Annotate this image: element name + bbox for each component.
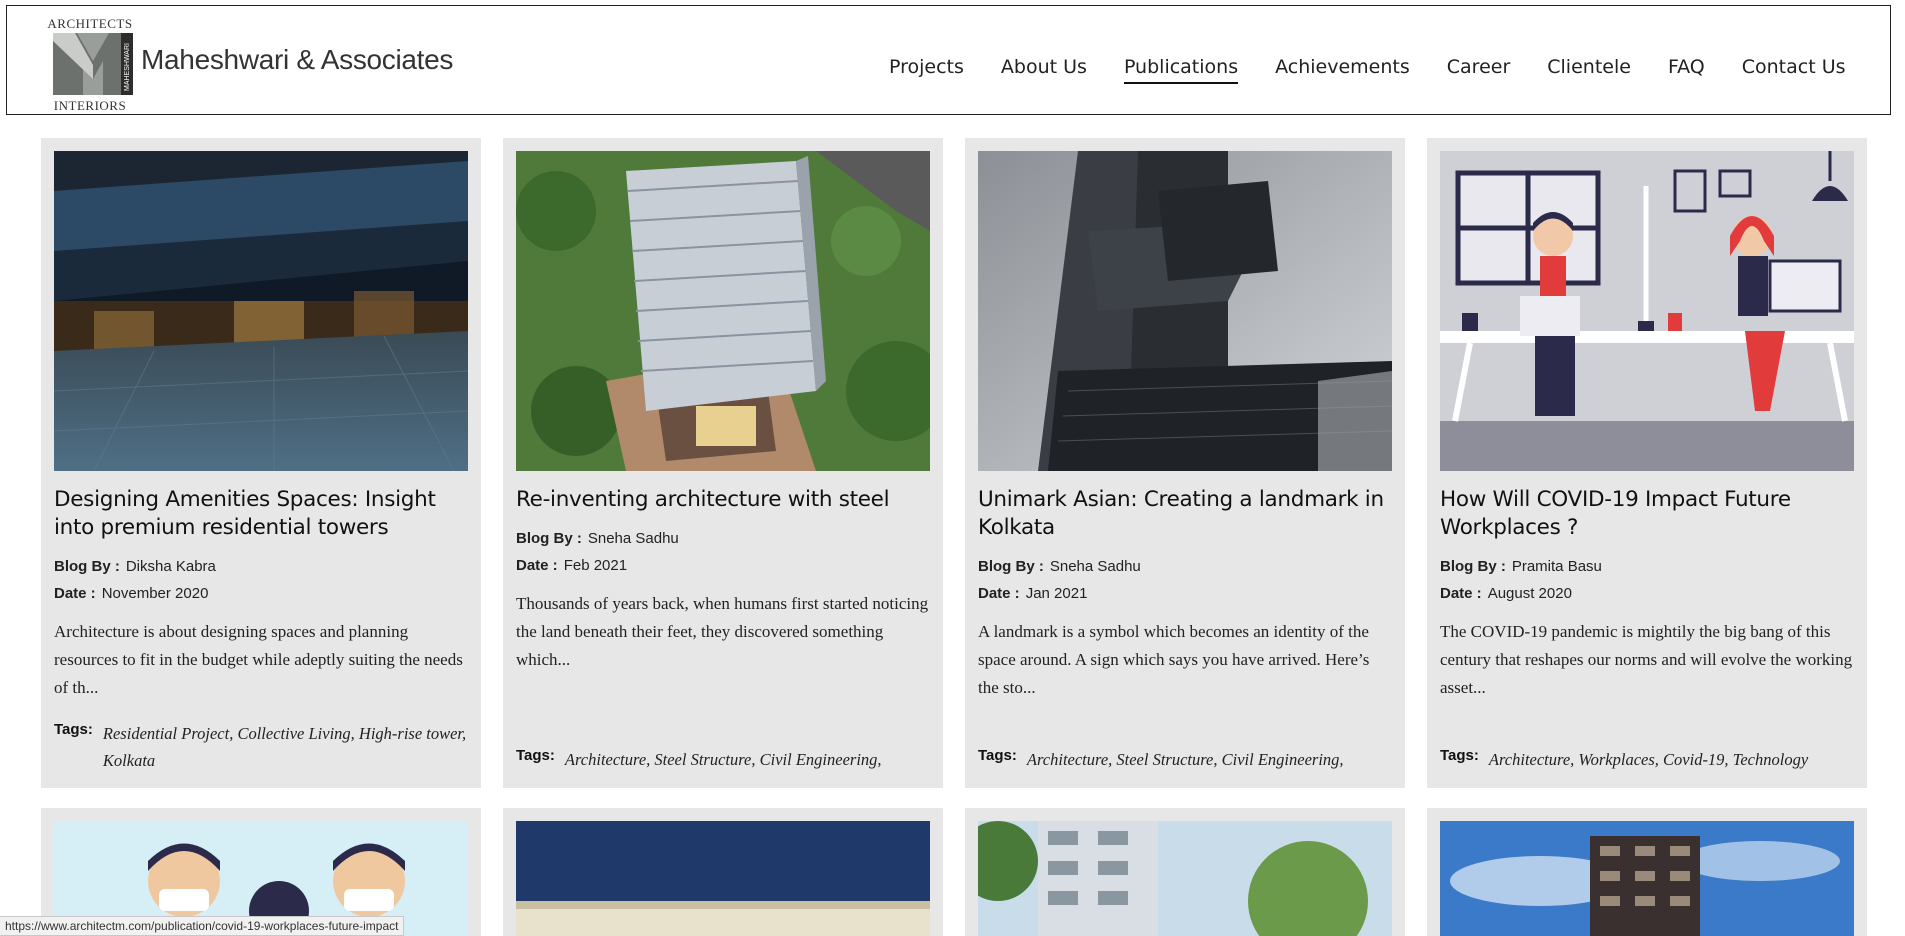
card-date: Date : Jan 2021 xyxy=(978,585,1392,602)
nav-clientele[interactable]: Clientele xyxy=(1547,56,1631,84)
company-logo[interactable]: ARCHITECTS MAHESHWARI INTERIORS xyxy=(45,16,135,113)
card-image[interactable] xyxy=(978,151,1392,471)
card-excerpt: The COVID-19 pandemic is mightily the bi… xyxy=(1440,622,1853,697)
author-name: Sneha Sadhu xyxy=(1049,558,1141,575)
card-excerpt: A landmark is a symbol which becomes an … xyxy=(978,622,1370,697)
card-excerpt: Architecture is about designing spaces a… xyxy=(54,622,463,697)
nav-career[interactable]: Career xyxy=(1447,56,1511,84)
main-nav: Projects About Us Publications Achieveme… xyxy=(889,56,1846,84)
date-label: Date : xyxy=(54,585,96,602)
site-header: ARCHITECTS MAHESHWARI INTERIORS Maheshwa… xyxy=(6,5,1891,115)
card-title[interactable]: Re-inventing architecture with steel xyxy=(516,486,930,514)
author-name: Diksha Kabra xyxy=(125,558,216,575)
card-title[interactable]: Unimark Asian: Creating a landmark in Ko… xyxy=(978,486,1392,542)
publication-card[interactable] xyxy=(1427,808,1867,936)
card-author: Blog By : Pramita Basu xyxy=(1440,558,1854,575)
publication-card[interactable] xyxy=(503,808,943,936)
tags-label: Tags: xyxy=(1440,747,1479,764)
card-title[interactable]: Designing Amenities Spaces: Insight into… xyxy=(54,486,468,542)
date-value: November 2020 xyxy=(101,585,209,602)
date-value: August 2020 xyxy=(1487,585,1572,602)
card-image[interactable] xyxy=(54,151,468,471)
blog-by-label: Blog By : xyxy=(516,530,582,547)
author-name: Sneha Sadhu xyxy=(587,530,679,547)
blog-by-label: Blog By : xyxy=(978,558,1044,575)
card-tags: Tags: Architecture, Steel Structure, Civ… xyxy=(516,746,930,773)
brand-name[interactable]: Maheshwari & Associates xyxy=(141,44,453,76)
card-tags: Tags: Residential Project, Collective Li… xyxy=(54,720,468,774)
card-image[interactable] xyxy=(1440,151,1854,471)
logo-mark-icon: MAHESHWARI xyxy=(53,33,133,95)
nav-publications[interactable]: Publications xyxy=(1123,56,1239,84)
blog-by-label: Blog By : xyxy=(54,558,120,575)
card-image[interactable] xyxy=(978,821,1392,936)
tags-label: Tags: xyxy=(978,747,1017,764)
card-author: Blog By : Diksha Kabra xyxy=(54,558,468,575)
nav-about-us[interactable]: About Us xyxy=(1001,56,1087,84)
logo-bottom-text: INTERIORS xyxy=(53,98,127,113)
browser-status-url: https://www.architectm.com/publication/c… xyxy=(0,916,405,936)
publication-card[interactable] xyxy=(965,808,1405,936)
date-label: Date : xyxy=(1440,585,1482,602)
card-image[interactable] xyxy=(516,151,930,471)
card-tags: Tags: Architecture, Steel Structure, Civ… xyxy=(978,746,1392,773)
nav-projects[interactable]: Projects xyxy=(889,56,964,84)
date-label: Date : xyxy=(516,557,558,574)
card-title[interactable]: How Will COVID-19 Impact Future Workplac… xyxy=(1440,486,1854,542)
publication-card[interactable]: How Will COVID-19 Impact Future Workplac… xyxy=(1427,138,1867,788)
nav-achievements[interactable]: Achievements xyxy=(1275,56,1410,84)
card-tags: Tags: Architecture, Workplaces, Covid-19… xyxy=(1440,746,1854,773)
card-image[interactable] xyxy=(516,821,930,936)
card-excerpt: Thousands of years back, when humans fir… xyxy=(516,594,929,669)
tags-values[interactable]: Architecture, Steel Structure, Civil Eng… xyxy=(1027,746,1344,773)
tags-label: Tags: xyxy=(516,747,555,764)
nav-faq[interactable]: FAQ xyxy=(1668,56,1705,84)
date-value: Jan 2021 xyxy=(1025,585,1088,602)
card-date: Date : November 2020 xyxy=(54,585,468,602)
tags-values[interactable]: Residential Project, Collective Living, … xyxy=(103,720,468,774)
author-name: Pramita Basu xyxy=(1511,558,1602,575)
card-date: Date : August 2020 xyxy=(1440,585,1854,602)
card-author: Blog By : Sneha Sadhu xyxy=(516,530,930,547)
tags-values[interactable]: Architecture, Workplaces, Covid-19, Tech… xyxy=(1489,746,1808,773)
date-label: Date : xyxy=(978,585,1020,602)
card-date: Date : Feb 2021 xyxy=(516,557,930,574)
logo-vertical-text: MAHESHWARI xyxy=(124,43,131,91)
publication-card[interactable]: Unimark Asian: Creating a landmark in Ko… xyxy=(965,138,1405,788)
card-author: Blog By : Sneha Sadhu xyxy=(978,558,1392,575)
tags-values[interactable]: Architecture, Steel Structure, Civil Eng… xyxy=(565,746,882,773)
publication-card[interactable]: Designing Amenities Spaces: Insight into… xyxy=(41,138,481,788)
card-image[interactable] xyxy=(1440,821,1854,936)
logo-top-text: ARCHITECTS xyxy=(47,16,133,31)
date-value: Feb 2021 xyxy=(563,557,628,574)
blog-by-label: Blog By : xyxy=(1440,558,1506,575)
nav-contact-us[interactable]: Contact Us xyxy=(1742,56,1846,84)
tags-label: Tags: xyxy=(54,721,93,738)
publication-card[interactable]: Re-inventing architecture with steel Blo… xyxy=(503,138,943,788)
